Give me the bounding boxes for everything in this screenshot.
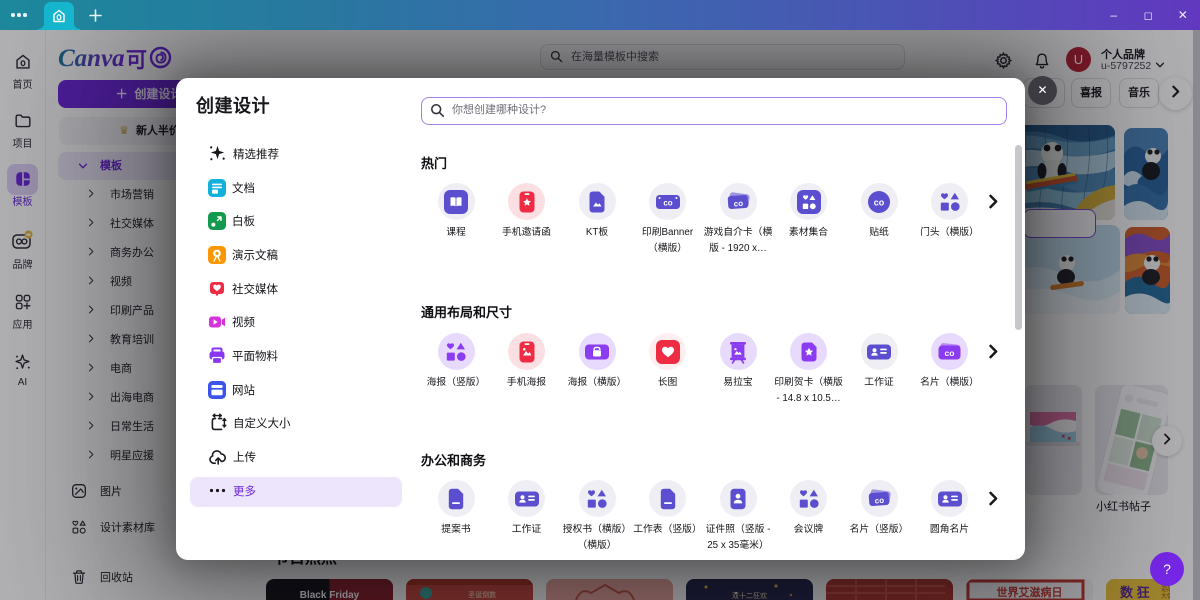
svg-text:co: co — [944, 348, 954, 358]
svg-text:co: co — [874, 495, 884, 505]
svg-text:co: co — [874, 197, 885, 207]
svg-text:co: co — [663, 198, 672, 207]
svg-text:co: co — [733, 198, 743, 208]
